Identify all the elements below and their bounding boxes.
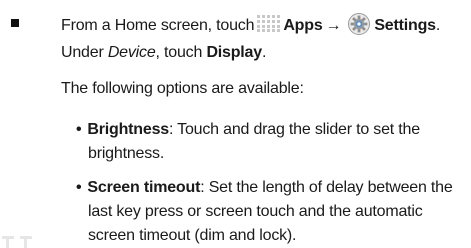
options-intro: The following options are available: [61,80,304,97]
arrow-right-icon: → [325,17,342,34]
line1-period: . [435,17,441,34]
line2-end: . [261,44,267,61]
step-bullet-square [11,19,19,27]
step-line1-prefix: From a Home screen, touch [61,17,255,34]
option-brightness-desc-2: brightness. [88,145,165,162]
bullet-dot: • [76,179,82,196]
device-label: Device [107,44,156,61]
step-line-1: From a Home screen, touch Apps → Settings. [61,13,440,36]
bullet-dot: • [76,121,82,138]
line2-middle: , touch [155,44,207,61]
option-brightness-line-1: • Brightness: Touch and drag the slider t… [76,120,420,140]
option-brightness-desc-1: : Touch and drag the slider to set the [168,121,420,138]
option-screen-timeout-desc-1: : Set the length of delay between the [200,179,453,196]
instruction-page: From a Home screen, touch Apps → Settings.… [0,0,471,248]
apps-grid-icon [257,15,281,32]
display-label: Display [206,44,262,61]
apps-label: Apps [283,17,323,34]
option-screen-timeout-desc-3: screen timeout (dim and lock). [88,227,297,244]
settings-gear-icon [348,13,371,35]
settings-label: Settings [374,17,436,34]
watermark-fragment [2,236,32,248]
line2-prefix: Under [61,44,108,61]
option-brightness-term: Brightness [87,121,169,138]
step-line-2: Under Device, touch Display. [61,43,266,63]
option-screen-timeout-desc-2: last key press or screen touch and the a… [88,203,423,220]
option-screen-timeout-term: Screen timeout [87,179,201,196]
option-screen-timeout-line-1: • Screen timeout: Set the length of delay… [76,178,453,198]
